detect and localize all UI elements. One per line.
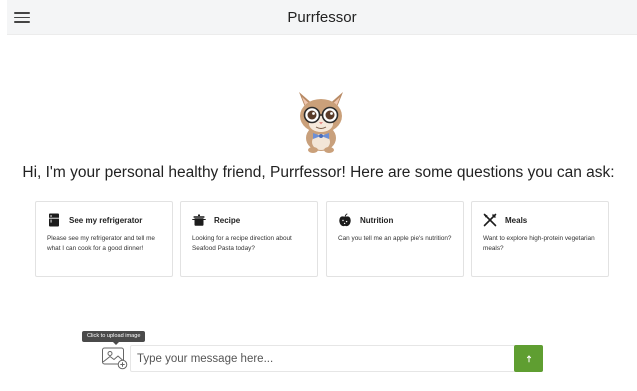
send-button[interactable] bbox=[514, 345, 543, 372]
suggestion-card-nutrition[interactable]: Nutrition Can you tell me an apple pie's… bbox=[326, 201, 464, 277]
refrigerator-icon bbox=[49, 213, 59, 227]
app-title: Purrfessor bbox=[287, 9, 357, 26]
card-description: Want to explore high-protein vegetarian … bbox=[483, 235, 595, 252]
message-input[interactable] bbox=[137, 349, 509, 369]
card-description: Can you tell me an apple pie's nutrition… bbox=[338, 235, 452, 242]
card-title: Nutrition bbox=[360, 215, 394, 225]
suggestion-card-recipe[interactable]: Recipe Looking for a recipe direction ab… bbox=[180, 201, 318, 277]
message-composer bbox=[130, 345, 543, 372]
card-description: Please see my refrigerator and tell me w… bbox=[47, 235, 155, 252]
upload-image-icon[interactable] bbox=[100, 345, 130, 371]
top-bar: Purrfessor bbox=[7, 0, 637, 35]
card-title: See my refrigerator bbox=[69, 215, 143, 225]
apple-icon bbox=[339, 213, 351, 227]
cat-mascot-icon bbox=[299, 92, 343, 153]
fork-knife-icon bbox=[483, 213, 497, 227]
upload-tooltip: Click to upload image bbox=[82, 331, 146, 342]
card-title: Meals bbox=[505, 215, 528, 225]
arrow-up-icon bbox=[526, 354, 531, 362]
suggestion-card-refrigerator[interactable]: See my refrigerator Please see my refrig… bbox=[35, 201, 173, 277]
cooking-pot-icon bbox=[192, 214, 206, 226]
card-title: Recipe bbox=[214, 215, 241, 225]
suggestion-card-meals[interactable]: Meals Want to explore high-protein veget… bbox=[471, 201, 609, 277]
greeting-heading: Hi, I'm your personal healthy friend, Pu… bbox=[22, 164, 615, 181]
card-description: Looking for a recipe direction about Sea… bbox=[192, 235, 292, 252]
